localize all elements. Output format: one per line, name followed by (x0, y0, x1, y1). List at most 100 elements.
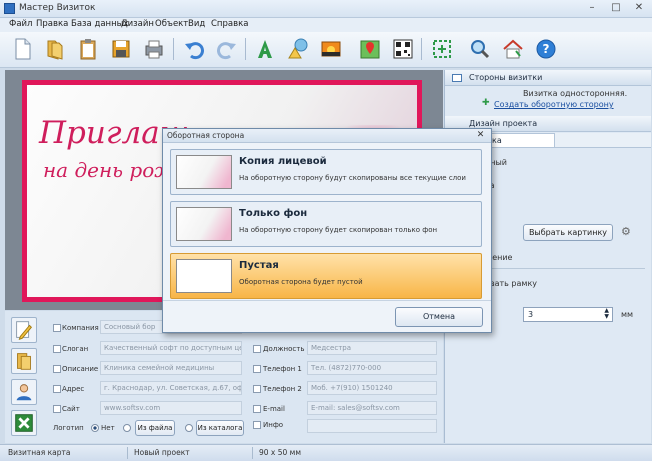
menu-help[interactable]: Справка (211, 19, 248, 29)
qr-code-icon[interactable] (390, 36, 416, 62)
logo-from-catalog-button[interactable]: Из каталога (196, 420, 244, 436)
shapes-icon[interactable] (285, 36, 311, 62)
sides-header[interactable]: Стороны визитки (445, 70, 651, 86)
open-folder-icon[interactable] (42, 36, 68, 62)
settings-gear-icon[interactable]: ⚙ (621, 225, 631, 238)
dialog-close-button[interactable]: ✕ (473, 130, 488, 141)
layers-icon[interactable] (11, 348, 37, 374)
print-icon[interactable] (141, 36, 167, 62)
cancel-button[interactable]: Отмена (395, 307, 483, 327)
info-label: Инфо (263, 421, 284, 429)
site-label: Сайт (62, 405, 80, 413)
single-sided-text: Визитка односторонняя. (523, 89, 628, 98)
help-icon[interactable]: ? (533, 36, 559, 62)
create-back-side-link[interactable]: Создать оборотную сторону (494, 100, 614, 109)
slogan-label: Слоган (62, 345, 89, 353)
email-checkbox[interactable] (253, 405, 261, 413)
menu-database[interactable]: База данных (71, 19, 128, 29)
option-empty[interactable]: Пустая Оборотная сторона будет пустой (170, 253, 482, 299)
status-bar: Визитная карта Новый проект 90 x 50 мм (0, 444, 652, 461)
edit-text-icon[interactable] (11, 317, 37, 343)
info-input[interactable] (307, 419, 437, 433)
status-mode: Визитная карта (8, 448, 71, 457)
save-icon[interactable] (108, 36, 134, 62)
toolbar: ? (0, 32, 652, 68)
email-label: E-mail (263, 405, 285, 413)
toolbar-separator (421, 38, 422, 60)
toolbar-separator (173, 38, 174, 60)
home-icon[interactable] (500, 36, 526, 62)
zoom-icon[interactable] (467, 36, 493, 62)
card-sides-icon (452, 74, 462, 82)
add-icon: ✚ (482, 98, 490, 108)
menu-design[interactable]: Дизайн (121, 19, 154, 29)
phone1-checkbox[interactable] (253, 365, 261, 373)
logo-from-file-button[interactable]: Из файла (135, 420, 175, 436)
redo-icon[interactable] (214, 36, 240, 62)
divider (475, 268, 645, 269)
card-text-line2[interactable]: на день рож (43, 158, 177, 182)
phone1-input[interactable]: Тел. (4872)770-000 (307, 361, 437, 375)
menu-edit[interactable]: Правка (36, 19, 68, 29)
phone2-input[interactable]: Моб. +7(910) 1501240 (307, 381, 437, 395)
company-checkbox[interactable] (53, 324, 61, 332)
user-contact-icon[interactable] (11, 379, 37, 405)
undo-icon[interactable] (181, 36, 207, 62)
option-background-only[interactable]: Только фон На оборотную сторону будет ск… (170, 201, 482, 247)
spinner-arrows-icon[interactable]: ▲ ▼ (604, 308, 609, 320)
site-input[interactable]: www.softsv.com (100, 401, 242, 415)
address-input[interactable]: г. Краснодар, ул. Советская, д.67, оф.30… (100, 381, 242, 395)
toolbar-separator (245, 38, 246, 60)
text-icon[interactable] (252, 36, 278, 62)
description-input[interactable]: Клиника семейной медицины (100, 361, 242, 375)
crop-icon[interactable] (429, 36, 455, 62)
dialog-title: Оборотная сторона (163, 129, 491, 143)
app-icon (4, 3, 15, 14)
logo-none-label: Нет (101, 424, 115, 432)
option-thumbnail (176, 155, 232, 189)
frame-width-spinner[interactable]: 3 ▲ ▼ (523, 307, 613, 322)
site-checkbox[interactable] (53, 405, 61, 413)
position-label: Должность (263, 345, 305, 353)
excel-icon[interactable] (11, 410, 37, 436)
email-input[interactable]: E-mail: sales@softsv.com (307, 401, 437, 415)
address-checkbox[interactable] (53, 385, 61, 393)
menu-file[interactable]: Файл (9, 19, 32, 29)
option-description: На оборотную сторону будет скопирован то… (239, 226, 438, 234)
status-size: 90 x 50 мм (259, 448, 301, 457)
menu-view[interactable]: Вид (188, 19, 205, 29)
minimize-button[interactable]: – (580, 1, 604, 16)
description-checkbox[interactable] (53, 365, 61, 373)
image-icon[interactable] (318, 36, 344, 62)
option-copy-front[interactable]: Копия лицевой На оборотную сторону будут… (170, 149, 482, 195)
new-file-icon[interactable] (9, 36, 35, 62)
phone2-checkbox[interactable] (253, 385, 261, 393)
logo-file-radio[interactable] (123, 424, 131, 432)
draw-frame-option[interactable]: овать рамку (485, 279, 537, 288)
slogan-checkbox[interactable] (53, 345, 61, 353)
logo-none-radio[interactable] (91, 424, 99, 432)
menu-bar: Файл Правка База данных Дизайн Объект Ви… (0, 18, 652, 32)
logo-catalog-radio[interactable] (185, 424, 193, 432)
status-separator (252, 447, 253, 459)
maximize-button[interactable]: □ (604, 1, 628, 16)
menu-object[interactable]: Объект (155, 19, 188, 29)
slogan-input[interactable]: Качественный софт по доступным ценам (100, 341, 242, 355)
logo-label: Логотип (53, 424, 84, 432)
position-input[interactable]: Медсестра (307, 341, 437, 355)
clipboard-icon[interactable] (75, 36, 101, 62)
address-label: Адрес (62, 385, 85, 393)
info-checkbox[interactable] (253, 421, 261, 429)
close-button[interactable]: ✕ (627, 1, 651, 16)
position-checkbox[interactable] (253, 345, 261, 353)
title-bar: Мастер Визиток – □ ✕ (0, 0, 652, 18)
choose-picture-button[interactable]: Выбрать картинку (523, 224, 613, 241)
option-title: Копия лицевой (239, 156, 327, 167)
tab-design[interactable]: ка (485, 133, 555, 148)
back-side-dialog: Оборотная сторона ✕ Копия лицевой На обо… (162, 128, 492, 333)
map-icon[interactable] (357, 36, 383, 62)
frame-width-value: 3 (528, 310, 534, 319)
sides-header-label: Стороны визитки (469, 73, 543, 82)
option-thumbnail (176, 259, 232, 293)
status-separator (127, 447, 128, 459)
